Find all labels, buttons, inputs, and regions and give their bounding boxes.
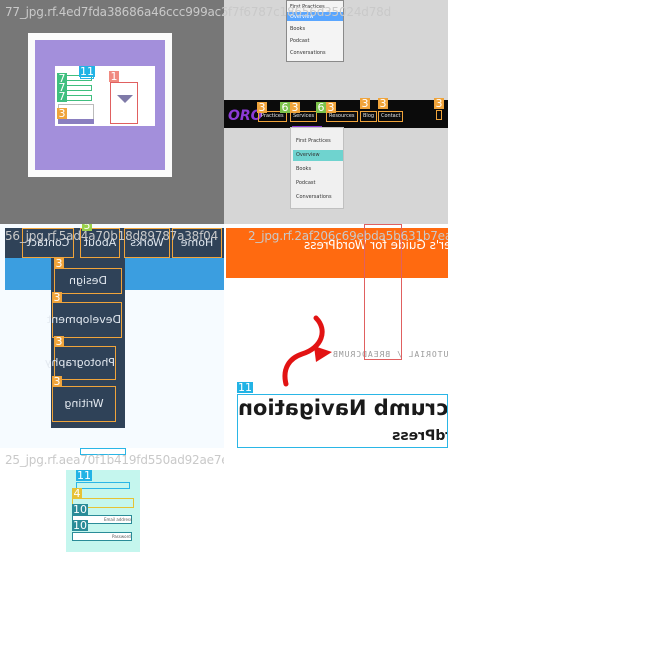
wireframe-dropdown[interactable] <box>110 82 138 124</box>
annotation-tag: 3 <box>52 375 62 388</box>
nav-link[interactable]: Contact <box>378 111 404 122</box>
dropdown-item[interactable]: Podcast <box>290 38 309 44</box>
dropdown-item[interactable]: Writing <box>52 386 116 422</box>
password-field-label: Password <box>112 534 131 539</box>
tile-dark-nav: 3de26f7f6787c18656d35024d78d First Pract… <box>224 0 448 224</box>
annotation-tag: 10 <box>72 503 88 516</box>
red-arrow-icon <box>282 315 332 387</box>
tile-wireframe: 11 1 7 7 7 3 77_jpg.rf.4ed7fda38686a46cc… <box>0 0 224 224</box>
annotation-tag: 7 <box>57 90 67 103</box>
dropdown-item[interactable]: Podcast <box>296 180 315 186</box>
nav-link[interactable]: Blog <box>360 111 378 122</box>
triangle-down-icon <box>117 95 133 103</box>
dropdown-item[interactable]: Development <box>47 302 122 338</box>
annotation-tag: 3 <box>378 97 388 110</box>
annotation-tag: 3 <box>54 335 64 348</box>
dropdown-item[interactable]: Overview <box>296 152 320 158</box>
dropdown-item[interactable]: Books <box>296 166 311 172</box>
annotation-tag: 1 <box>109 70 119 83</box>
annotation-tag: 4 <box>72 487 82 500</box>
image-filename: 2_jpg.rf.2af206c69ebda5b631b7ea80bf230e <box>248 229 448 243</box>
annotation-box <box>76 482 130 489</box>
annotation-tag: 11 <box>237 381 253 394</box>
image-filename: 3de26f7f6787c18656d35024d78d <box>224 5 391 19</box>
annotation-tag: 6 <box>316 101 326 114</box>
dropdown-item[interactable]: Books <box>290 26 305 32</box>
annotation-tag: 3 <box>57 107 67 120</box>
dropdown-item[interactable]: Design <box>54 268 122 294</box>
annotation-tag: 3 <box>434 97 444 110</box>
annotation-tag: 10 <box>72 519 88 532</box>
tile-blue-menu: Home Works About Contact Design Developm… <box>0 224 224 448</box>
email-field-label: Email address <box>104 517 133 522</box>
image-filename: 56_jpg.rf.5ad4a70b18d89787a38f04 <box>5 229 219 243</box>
annotation-tag: 6 <box>280 101 290 114</box>
dropdown-item[interactable]: Conversations <box>290 50 326 56</box>
annotation-tag: 11 <box>79 65 95 78</box>
annotation-tag: 3 <box>326 101 336 114</box>
dropdown-item[interactable]: First Practices <box>296 138 331 144</box>
annotation-box <box>364 224 402 360</box>
dropdown-item[interactable]: Photography <box>45 346 116 380</box>
tile-breadcrumb-article: Beginner's Guide for WordPress 2_jpg.rf.… <box>224 224 448 448</box>
annotation-tag: 3 <box>290 101 300 114</box>
annotation-tag: 3 <box>52 291 62 304</box>
annotation-tag: 3 <box>257 101 267 114</box>
annotation-tag: 11 <box>76 469 92 482</box>
menu-icon[interactable] <box>436 110 442 120</box>
annotation-tag: 3 <box>54 257 64 270</box>
dropdown-item[interactable]: Conversations <box>296 194 332 200</box>
image-filename: 77_jpg.rf.4ed7fda38686a46ccc999ac2 <box>5 5 224 19</box>
annotation-box <box>237 394 448 448</box>
image-filename: 25_jpg.rf.aea70f1b419fd550ad92ae7e2a13e3 <box>5 453 224 467</box>
tile-login-form: 25_jpg.rf.aea70f1b419fd550ad92ae7e2a13e3… <box>0 448 224 672</box>
annotation-tag: 3 <box>360 97 370 110</box>
